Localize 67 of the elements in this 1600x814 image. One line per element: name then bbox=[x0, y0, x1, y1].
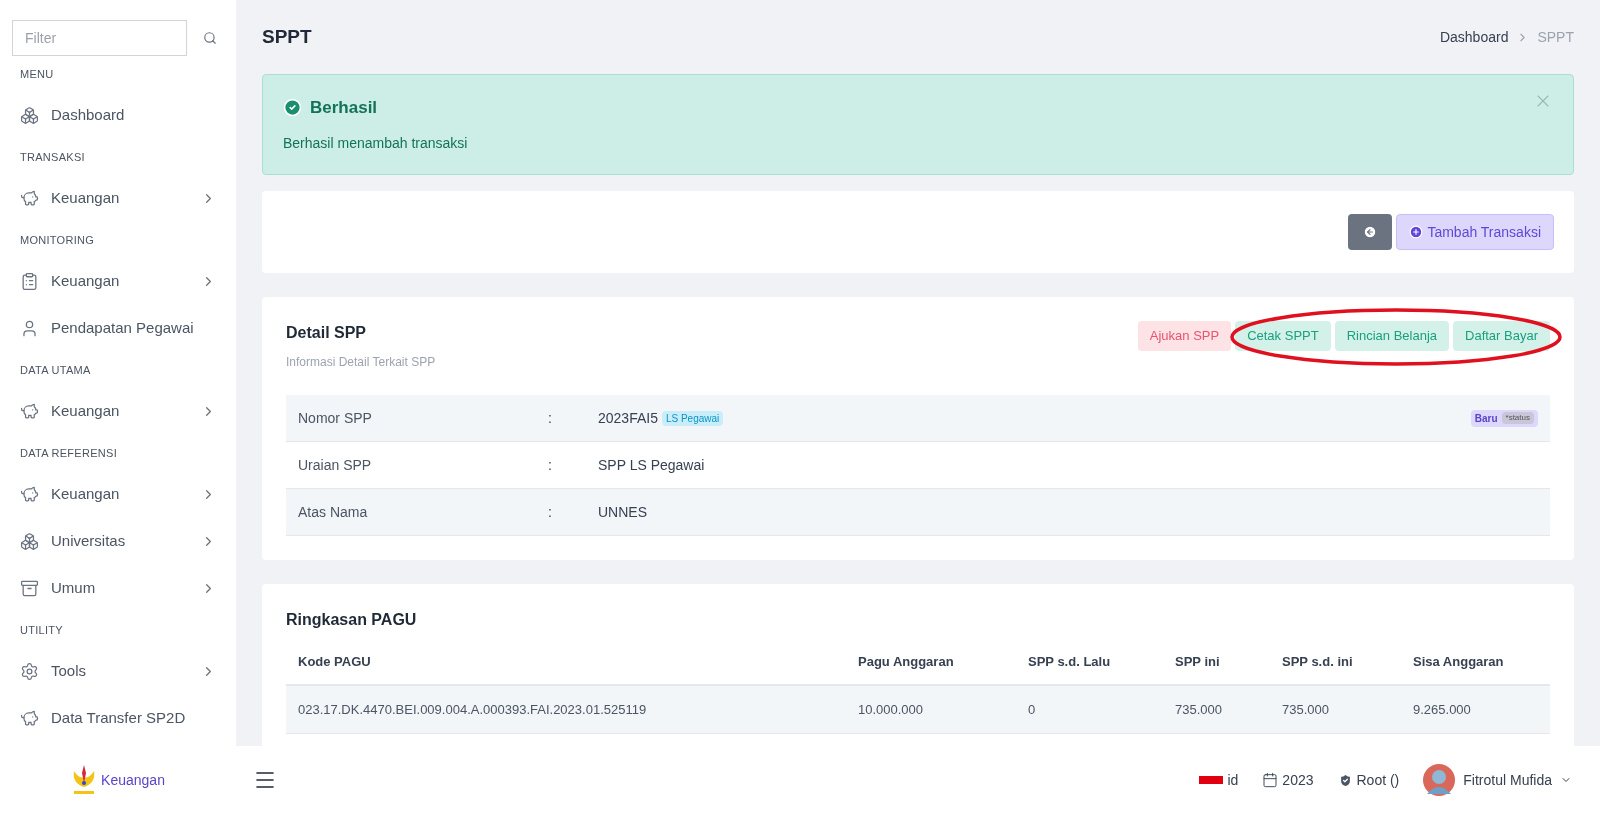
field-label: Nomor SPP bbox=[298, 408, 373, 428]
section-heading: DATA REFERENSI bbox=[19, 445, 118, 461]
plus-icon bbox=[1409, 225, 1424, 239]
archive-icon bbox=[20, 579, 39, 598]
breadcrumb-item[interactable]: Dashboard bbox=[1439, 26, 1509, 48]
sidebar-item[interactable]: Dashboard bbox=[0, 92, 236, 139]
sidebar-item[interactable]: Universitas bbox=[0, 518, 236, 565]
sidebar-item[interactable]: Data Transfer SP2D bbox=[0, 695, 236, 742]
section-heading: MONITORING bbox=[19, 232, 96, 248]
sidebar-item[interactable]: Keuangan bbox=[0, 388, 236, 435]
role-label[interactable]: Root () bbox=[1356, 769, 1400, 791]
user-name[interactable]: Fitrotul Mufida bbox=[1463, 769, 1552, 791]
field-value: SPP LS Pegawai bbox=[598, 455, 705, 475]
check-icon bbox=[283, 98, 302, 118]
field-separator: : bbox=[548, 455, 553, 475]
sidebar-item[interactable]: Pendapatan Pegawai bbox=[0, 305, 236, 352]
card-title: Ringkasan PAGU bbox=[286, 610, 418, 630]
flag-icon bbox=[1199, 776, 1224, 784]
alert-title: Berhasil bbox=[310, 97, 378, 119]
avatar bbox=[1423, 764, 1456, 796]
calendar-icon bbox=[1262, 772, 1279, 788]
sidebar-item[interactable]: Tools bbox=[0, 648, 236, 695]
card-subtitle: Informasi Detail Terkait SPP bbox=[286, 354, 436, 371]
cubes-icon bbox=[20, 106, 39, 125]
table-cell: 735.000 bbox=[1163, 686, 1270, 734]
search-icon[interactable] bbox=[203, 31, 217, 45]
piggy-bank-icon bbox=[20, 485, 39, 504]
clipboard-icon bbox=[20, 272, 39, 291]
field-separator: : bbox=[548, 408, 553, 428]
user-icon bbox=[20, 319, 39, 338]
status-badge: Baru *status bbox=[1470, 409, 1538, 427]
cubes-icon bbox=[20, 532, 39, 551]
settings-icon bbox=[20, 662, 39, 681]
alert-message: Berhasil menambah transaksi bbox=[283, 133, 469, 153]
filter-field[interactable]: Filter bbox=[12, 20, 187, 56]
field-label: Atas Nama bbox=[298, 502, 369, 522]
field-separator: : bbox=[548, 502, 553, 522]
sidebar-item[interactable]: Umum bbox=[0, 565, 236, 612]
section-heading: TRANSAKSI bbox=[19, 149, 86, 165]
table-cell: 9.265.000 bbox=[1401, 686, 1550, 734]
back-button[interactable] bbox=[1348, 214, 1393, 250]
status-note: *status bbox=[1501, 412, 1534, 424]
field-value: 2023FAI5 bbox=[598, 408, 658, 428]
arrow-left-icon bbox=[1363, 225, 1378, 239]
brand-name[interactable]: Keuangan bbox=[101, 769, 165, 791]
sidebar-item[interactable]: Keuangan bbox=[0, 175, 236, 222]
piggy-bank-icon bbox=[20, 402, 39, 421]
sidebar-item[interactable]: Keuangan bbox=[0, 258, 236, 305]
section-heading: MENU bbox=[19, 66, 55, 82]
type-tag: LS Pegawai bbox=[661, 410, 724, 426]
section-heading: DATA UTAMA bbox=[19, 362, 92, 378]
section-heading: UTILITY bbox=[19, 622, 64, 638]
table-cell: 10.000.000 bbox=[846, 686, 1016, 734]
table-cell: 0 bbox=[1016, 686, 1163, 734]
table-cell: 023.17.DK.4470.BEI.009.004.A.000393.FAI.2023.01.525119 bbox=[286, 686, 846, 734]
piggy-bank-icon bbox=[20, 709, 39, 728]
add-transaction-button[interactable]: Tambah Transaksi bbox=[1396, 214, 1554, 250]
field-label: Uraian SPP bbox=[298, 455, 373, 475]
field-value: UNNES bbox=[598, 502, 647, 522]
card-title: Detail SPP bbox=[286, 323, 368, 343]
year-selector[interactable]: 2023 bbox=[1282, 769, 1314, 791]
page-title: SPPT bbox=[262, 24, 312, 49]
sidebar-item[interactable]: Keuangan bbox=[0, 471, 236, 518]
piggy-bank-icon bbox=[20, 189, 39, 208]
table-cell: 735.000 bbox=[1270, 686, 1401, 734]
breadcrumb-item: SPPT bbox=[1537, 27, 1574, 47]
language-selector[interactable]: id bbox=[1227, 769, 1239, 791]
